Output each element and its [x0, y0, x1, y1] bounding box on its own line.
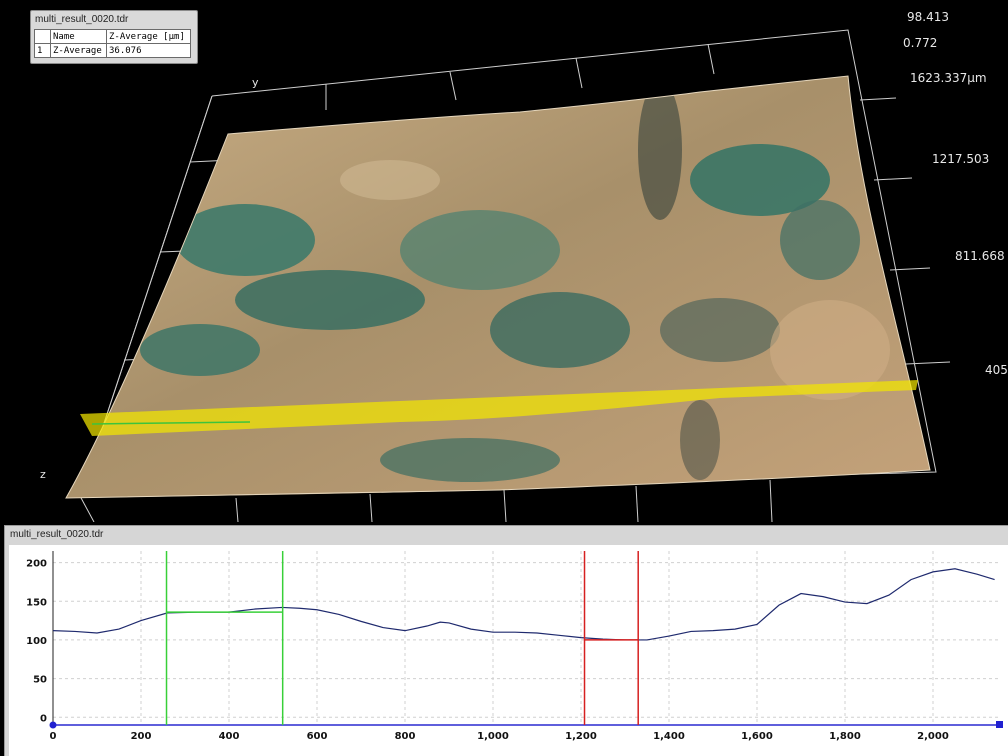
- row-index: 1: [34, 43, 51, 58]
- y-scale-label-2: 811.668: [955, 249, 1005, 263]
- table-row[interactable]: 1 Z-Average 36.076: [34, 43, 191, 58]
- row-name: Z-Average: [50, 43, 107, 58]
- header-index: [34, 29, 51, 44]
- x-tick-label: 0: [50, 731, 57, 742]
- x-tick-label: 2,000: [917, 731, 949, 742]
- x-tick-label: 200: [131, 731, 152, 742]
- z-axis-label: z: [40, 468, 46, 481]
- measured-surface: [65, 75, 931, 499]
- profile-window-title: multi_result_0020.tdr: [10, 529, 104, 540]
- y-scale-label-1: 405: [985, 363, 1008, 377]
- x-tick-label: 1,000: [477, 731, 509, 742]
- x-tick-label: 1,600: [741, 731, 773, 742]
- x-tick-label: 1,800: [829, 731, 861, 742]
- profile-chart[interactable]: 0 200 400 600 800 1,000 1,200 1,400 1,600 1,800 2,…: [9, 545, 1008, 756]
- result-table-header: Name Z-Average [µm]: [34, 29, 191, 44]
- y-scale-label-max: 1623.337µm: [910, 71, 987, 85]
- x-tick-label: 1,400: [653, 731, 685, 742]
- 3d-surface-view[interactable]: y z: [0, 0, 1008, 522]
- row-value: 36.076: [106, 43, 191, 58]
- profile-chart-svg[interactable]: 0 200 400 600 800 1,000 1,200 1,400 1,600 1,800 2,…: [9, 545, 1008, 756]
- result-window-title: multi_result_0020.tdr: [35, 14, 129, 25]
- header-value: Z-Average [µm]: [106, 29, 191, 44]
- z-max-label: 98.413: [907, 10, 949, 24]
- y-tick-label: 150: [26, 597, 47, 608]
- 3d-viewer[interactable]: y z 98.413 0.772 1623.337µm 1217.503 811…: [0, 0, 1008, 522]
- x-tick-label: 400: [219, 731, 240, 742]
- result-window[interactable]: multi_result_0020.tdr Name Z-Average [µm…: [30, 10, 198, 64]
- result-table: Name Z-Average [µm] 1 Z-Average 36.076: [34, 29, 191, 58]
- y-tick-label: 100: [26, 636, 47, 647]
- x-tick-label: 800: [395, 731, 416, 742]
- y-tick-label: 0: [40, 713, 47, 724]
- y-tick-label: 200: [26, 559, 47, 570]
- profile-series-line: [52, 568, 995, 641]
- y-tick-label: 50: [33, 675, 47, 686]
- x-tick-label: 1,200: [565, 731, 597, 742]
- x-axis-end-handle[interactable]: [996, 721, 1003, 728]
- y-scale-label-3: 1217.503: [932, 152, 990, 166]
- x-tick-label: 600: [307, 731, 328, 742]
- y-axis-label: y: [252, 76, 259, 89]
- profile-window[interactable]: multi_result_0020.tdr 0 200 400 600 800 1,000…: [4, 525, 1008, 756]
- z-min-label: 0.772: [903, 36, 938, 50]
- x-axis-start-handle[interactable]: [49, 721, 57, 729]
- header-name: Name: [50, 29, 107, 44]
